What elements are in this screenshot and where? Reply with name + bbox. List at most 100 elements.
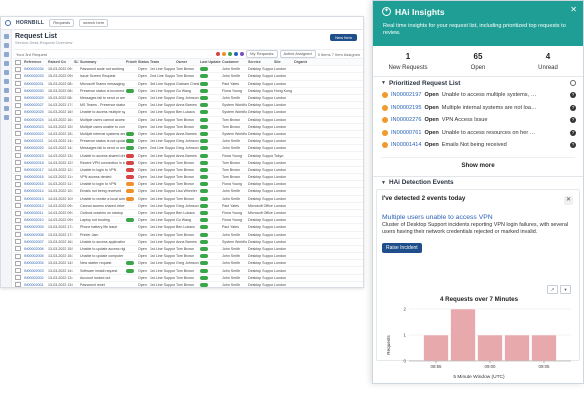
nav-folder-icon[interactable] — [3, 97, 9, 102]
table-row[interactable]: IN0000200913-03-2022 17:45 Phone battery … — [13, 224, 363, 232]
request-id-link[interactable]: IN00001414 — [391, 142, 421, 148]
list-item[interactable]: IN00002195 Open Multiple internal system… — [373, 102, 583, 115]
table-row[interactable]: IN0000202014-03-2022 14:10 Messages fail … — [13, 145, 363, 153]
table-row[interactable]: IN0000201314-03-2022 10:02 Unable to crea… — [13, 196, 363, 203]
table-row[interactable]: IN0000203115-03-2022 08:41 Microsoft Team… — [13, 81, 363, 88]
row-checkbox[interactable] — [15, 117, 21, 123]
table-row[interactable]: IN0000200513-03-2022 15:31 Unable to upda… — [13, 253, 363, 261]
row-checkbox[interactable] — [15, 282, 21, 287]
row-checkbox[interactable] — [15, 95, 21, 101]
nav-settings-icon[interactable] — [3, 70, 9, 75]
row-checkbox[interactable] — [15, 268, 21, 274]
list-item[interactable]: IN00002276 Open VPN Access Issue ? — [373, 114, 583, 127]
table-cell[interactable]: IN00002030 — [23, 89, 47, 93]
chart-bar[interactable] — [423, 334, 449, 361]
nav-calendar-icon[interactable] — [3, 88, 9, 93]
column-header[interactable]: Raised On — [47, 60, 73, 64]
row-checkbox[interactable] — [15, 124, 21, 130]
row-checkbox[interactable] — [15, 260, 21, 266]
table-cell[interactable]: IN00002010 — [23, 218, 47, 222]
row-checkbox[interactable] — [15, 217, 21, 223]
table-cell[interactable]: IN00002009 — [23, 225, 47, 229]
column-header[interactable]: Priority — [125, 60, 137, 64]
chart-bar[interactable] — [450, 308, 476, 361]
active-assigned-dropdown[interactable]: Active Assigned — [279, 50, 316, 58]
event-title-link[interactable]: Multiple users unable to access VPN — [382, 214, 574, 221]
filter-orange-icon[interactable] — [222, 52, 227, 56]
table-cell[interactable]: IN00002019 — [23, 154, 47, 158]
row-checkbox[interactable] — [15, 203, 21, 209]
table-cell[interactable]: IN00002034 — [23, 67, 47, 71]
table-cell[interactable]: IN00002005 — [23, 254, 47, 258]
table-cell[interactable]: IN00002002 — [23, 276, 47, 280]
nav-requests-icon[interactable] — [3, 52, 9, 57]
row-checkbox[interactable] — [15, 196, 21, 202]
table-cell[interactable]: IN00002013 — [23, 197, 47, 201]
row-checkbox[interactable] — [15, 73, 21, 79]
row-checkbox[interactable] — [15, 174, 21, 180]
table-cell[interactable]: IN00002014 — [23, 189, 47, 193]
table-cell[interactable]: IN00002003 — [23, 269, 47, 273]
row-checkbox[interactable] — [15, 253, 21, 259]
requests-dropdown[interactable]: Requests — [49, 19, 75, 27]
table-row[interactable]: IN0000203415-03-2022 09:13 Password aude … — [13, 66, 363, 74]
table-row[interactable]: IN0000202314-03-2022 15:55 Multiple users… — [13, 124, 363, 131]
stat-unread[interactable]: 4 Unread — [513, 49, 583, 76]
row-checkbox[interactable] — [15, 102, 21, 108]
table-row[interactable]: IN0000201214-03-2022 09:44 Cannot access … — [13, 203, 363, 210]
table-cell[interactable]: IN00002016 — [23, 175, 47, 179]
column-header[interactable]: Customer — [221, 60, 247, 64]
close-icon[interactable]: ✕ — [570, 5, 577, 14]
column-header[interactable]: Site — [273, 60, 293, 64]
row-checkbox[interactable] — [15, 232, 21, 238]
stat-new-requests[interactable]: 1 New Requests — [373, 49, 443, 76]
row-checkbox[interactable] — [15, 210, 21, 216]
nav-home-icon[interactable] — [3, 34, 9, 39]
table-cell[interactable]: IN00002001 — [23, 283, 47, 287]
table-row[interactable]: IN0000200313-03-2022 14:20 Software insta… — [13, 267, 363, 275]
my-requests-dropdown[interactable]: My Requests — [246, 50, 278, 58]
table-cell[interactable]: IN00002015 — [23, 182, 47, 186]
chart-bar[interactable] — [504, 334, 530, 361]
table-cell[interactable]: IN00002033 — [23, 74, 47, 78]
table-row[interactable]: IN0000201914-03-2022 13:22 Unable to acce… — [13, 152, 363, 160]
nav-chart-icon[interactable] — [3, 61, 9, 66]
table-cell[interactable]: IN00002018 — [23, 161, 47, 165]
row-checkbox[interactable] — [15, 275, 21, 281]
table-row[interactable]: IN0000200813-03-2022 17:10 Printer Jam Ope… — [13, 232, 363, 239]
row-checkbox[interactable] — [15, 224, 21, 230]
stat-open[interactable]: 65 Open — [443, 49, 513, 76]
nav-users-icon[interactable] — [3, 106, 9, 111]
clock-icon[interactable] — [570, 80, 576, 86]
help-icon[interactable]: ? — [570, 104, 576, 111]
table-cell[interactable]: IN00002007 — [23, 240, 47, 244]
request-id-link[interactable]: IN00002195 — [391, 105, 421, 111]
table-row[interactable]: IN0000200713-03-2022 16:22 Unable to acce… — [13, 239, 363, 246]
row-checkbox[interactable] — [15, 181, 21, 187]
filter-blue-icon[interactable] — [234, 52, 239, 56]
list-item[interactable]: IN00000761 Open Unable to access resourc… — [373, 127, 583, 140]
column-header[interactable]: Summary — [79, 60, 125, 64]
filter-red-icon[interactable] — [216, 52, 221, 56]
list-item[interactable]: IN00001414 Open Emails Not being receive… — [373, 139, 583, 152]
row-checkbox[interactable] — [15, 88, 21, 94]
row-checkbox[interactable] — [15, 131, 21, 137]
row-checkbox[interactable] — [15, 160, 21, 166]
row-checkbox[interactable] — [15, 246, 21, 252]
nav-help-icon[interactable] — [3, 115, 9, 120]
column-header[interactable]: Reference — [23, 60, 47, 64]
table-row[interactable]: IN0000201614-03-2022 11:48 VPN access den… — [13, 174, 363, 182]
table-cell[interactable]: IN00002024 — [23, 118, 47, 122]
row-checkbox[interactable] — [15, 188, 21, 194]
table-cell[interactable]: IN00002017 — [23, 168, 47, 172]
table-cell[interactable]: IN00002022 — [23, 132, 47, 136]
row-checkbox[interactable] — [15, 167, 21, 173]
table-row[interactable]: IN0000202114-03-2022 14:47 Presence statu… — [13, 138, 363, 146]
column-header[interactable]: Organisat — [293, 60, 307, 64]
table-cell[interactable]: IN00002025 — [23, 110, 47, 114]
table-cell[interactable]: IN00002027 — [23, 103, 47, 107]
chart-bar[interactable] — [477, 334, 503, 361]
row-checkbox[interactable] — [15, 239, 21, 245]
global-search-input[interactable]: search here — [79, 19, 109, 27]
row-checkbox[interactable] — [15, 145, 21, 151]
